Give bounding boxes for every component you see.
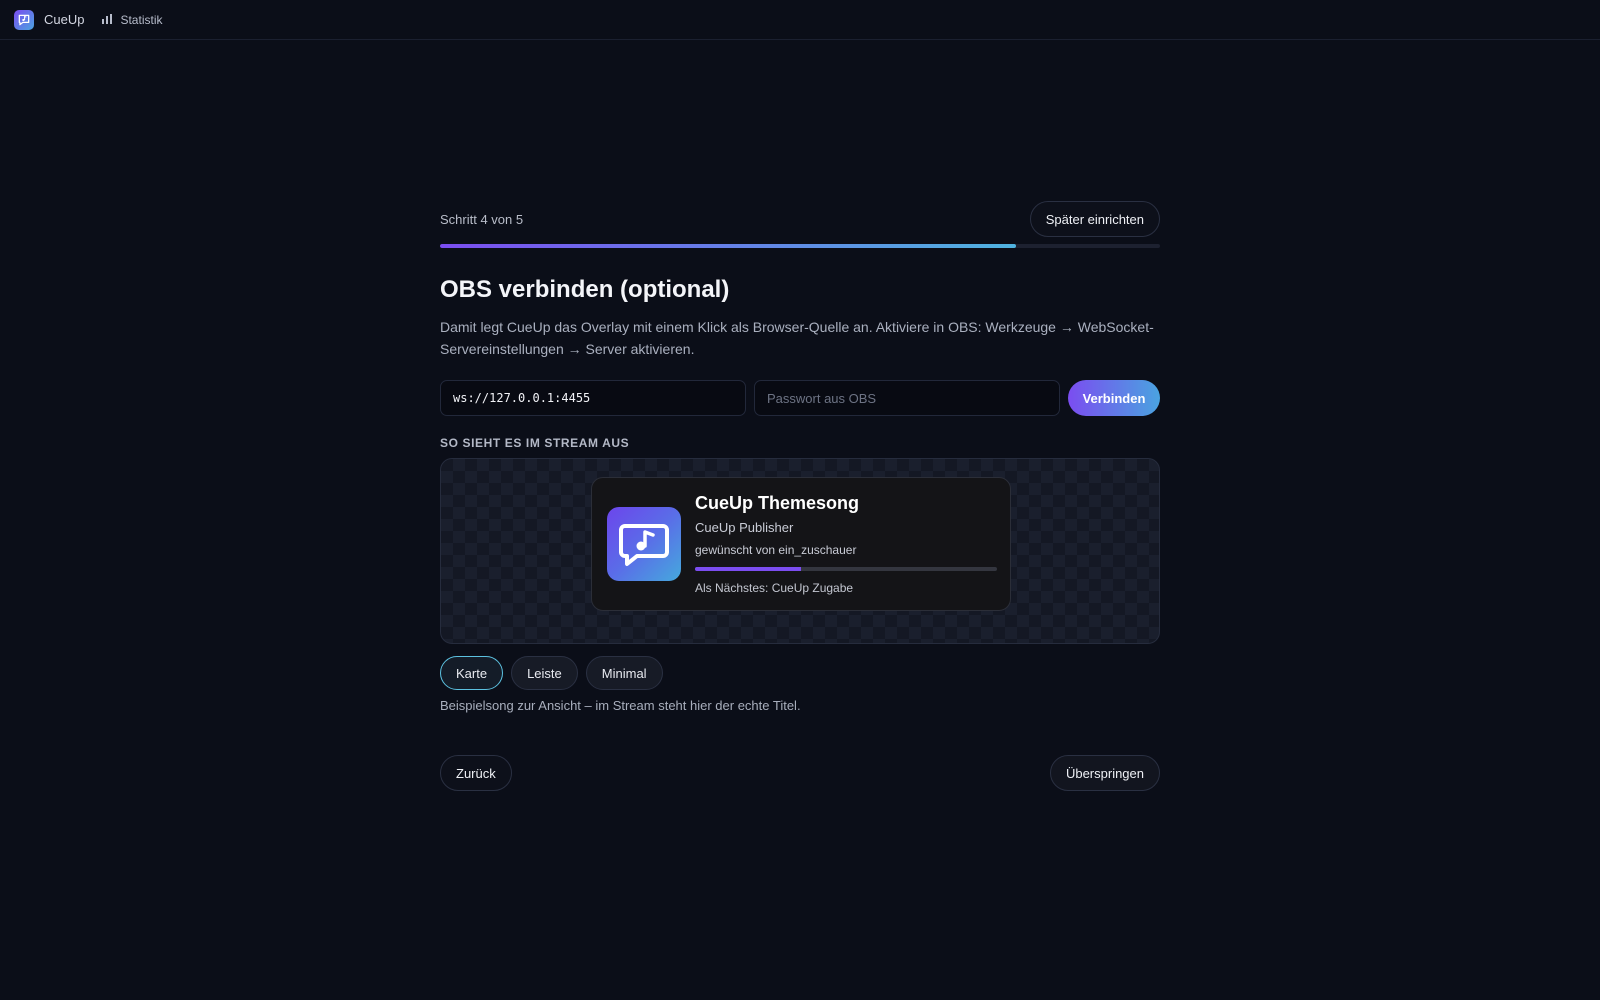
- song-progress-fill: [695, 567, 801, 571]
- brand-name: CueUp: [44, 12, 85, 27]
- page-description: Damit legt CueUp das Overlay mit einem K…: [440, 319, 1154, 357]
- next-song: Als Nächstes: CueUp Zugabe: [695, 581, 854, 595]
- song-artist: CueUp Publisher: [695, 520, 794, 535]
- style-leiste-button[interactable]: Leiste: [511, 656, 578, 690]
- obs-password-input[interactable]: Passwort aus OBS: [754, 380, 1060, 416]
- nav-statistik-label: Statistik: [120, 12, 163, 27]
- connect-button[interactable]: Verbinden: [1068, 380, 1160, 416]
- setup-later-button[interactable]: Später einrichten: [1029, 201, 1160, 237]
- requested-by: gewünscht von ein_zuschauer: [695, 543, 857, 557]
- nav-statistik[interactable]: Statistik: [102, 13, 162, 27]
- page-title: OBS verbinden (optional): [440, 276, 730, 303]
- stream-preview: CueUp Themesong CueUp Publisher gewünsch…: [440, 458, 1160, 644]
- overlay-card-body: CueUp Themesong CueUp Publisher gewünsch…: [695, 493, 997, 610]
- wizard-footer: Zurück Überspringen: [440, 755, 1160, 791]
- preview-label: SO SIEHT ES IM STREAM AUS: [440, 436, 630, 450]
- song-title: CueUp Themesong: [695, 493, 860, 513]
- step-row: Schritt 4 von 5 Später einrichten: [440, 200, 1160, 238]
- song-progress-bar: [695, 567, 997, 571]
- wizard-panel: Schritt 4 von 5 Später einrichten OBS ve…: [440, 200, 1160, 791]
- wizard-progress-bar: [440, 244, 1160, 248]
- back-button[interactable]: Zurück: [440, 755, 512, 791]
- style-karte-button[interactable]: Karte: [440, 656, 504, 690]
- skip-button[interactable]: Überspringen: [1049, 755, 1160, 791]
- style-minimal-button[interactable]: Minimal: [585, 656, 663, 690]
- wizard-progress-fill: [440, 244, 1016, 248]
- overlay-card: CueUp Themesong CueUp Publisher gewünsch…: [591, 477, 1011, 611]
- chat-music-icon: [14, 9, 34, 30]
- step-indicator: Schritt 4 von 5: [440, 211, 524, 227]
- top-bar: CueUp Statistik: [0, 0, 1600, 40]
- preview-hint: Beispielsong zur Ansicht – im Stream ste…: [440, 698, 801, 713]
- websocket-url-input[interactable]: ws://127.0.0.1:4455: [440, 380, 746, 416]
- obs-connection-form: ws://127.0.0.1:4455 Passwort aus OBS Ver…: [440, 380, 1160, 416]
- brand-link[interactable]: CueUp: [14, 9, 85, 30]
- overlay-style-selector: Karte Leiste Minimal: [440, 656, 1160, 690]
- chat-music-icon: [607, 507, 681, 581]
- bar-chart-icon: [102, 13, 113, 27]
